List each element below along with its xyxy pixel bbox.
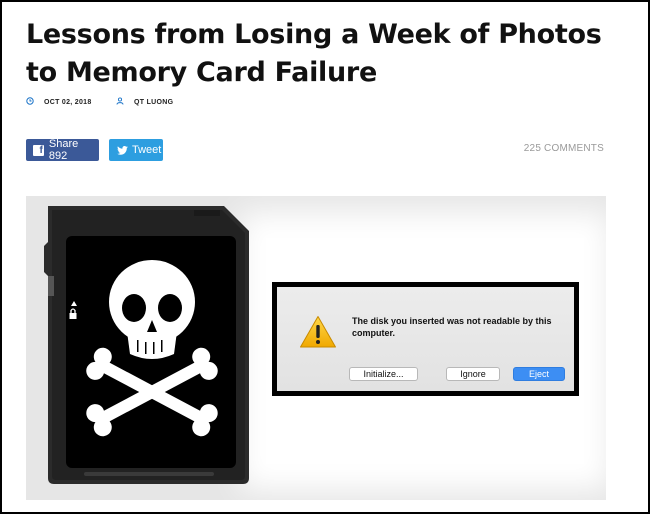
dialog-message: The disk you inserted was not readable b…	[352, 316, 552, 338]
facebook-icon: f	[33, 144, 44, 156]
page: Lessons from Losing a Week of Photos to …	[2, 2, 648, 512]
article-title: Lessons from Losing a Week of Photos to …	[26, 19, 602, 88]
facebook-share-button[interactable]: f Share 892	[26, 138, 99, 162]
tweet-label: Tweet	[132, 144, 162, 156]
person-icon	[116, 97, 124, 107]
ignore-button[interactable]: Ignore	[446, 367, 500, 381]
disk-error-dialog: The disk you inserted was not readable b…	[272, 282, 579, 396]
warning-triangle-icon	[300, 316, 336, 348]
article-date: OCT 02, 2018	[26, 97, 92, 107]
sd-card-image	[44, 206, 249, 484]
article-author[interactable]: QT LUONG	[116, 97, 173, 107]
date-text: OCT 02, 2018	[44, 98, 92, 106]
twitter-bird-icon	[117, 145, 128, 155]
tweet-button[interactable]: Tweet	[109, 139, 163, 161]
initialize-button[interactable]: Initialize...	[349, 367, 418, 381]
article-hero-image: The disk you inserted was not readable b…	[26, 196, 606, 500]
dialog-body: The disk you inserted was not readable b…	[277, 287, 574, 391]
eject-button[interactable]: Eject	[513, 367, 565, 381]
comments-link[interactable]: 225 COMMENTS	[524, 143, 604, 154]
clock-icon	[26, 97, 34, 107]
author-name[interactable]: QT LUONG	[134, 99, 173, 106]
share-label: Share 892	[48, 138, 79, 162]
